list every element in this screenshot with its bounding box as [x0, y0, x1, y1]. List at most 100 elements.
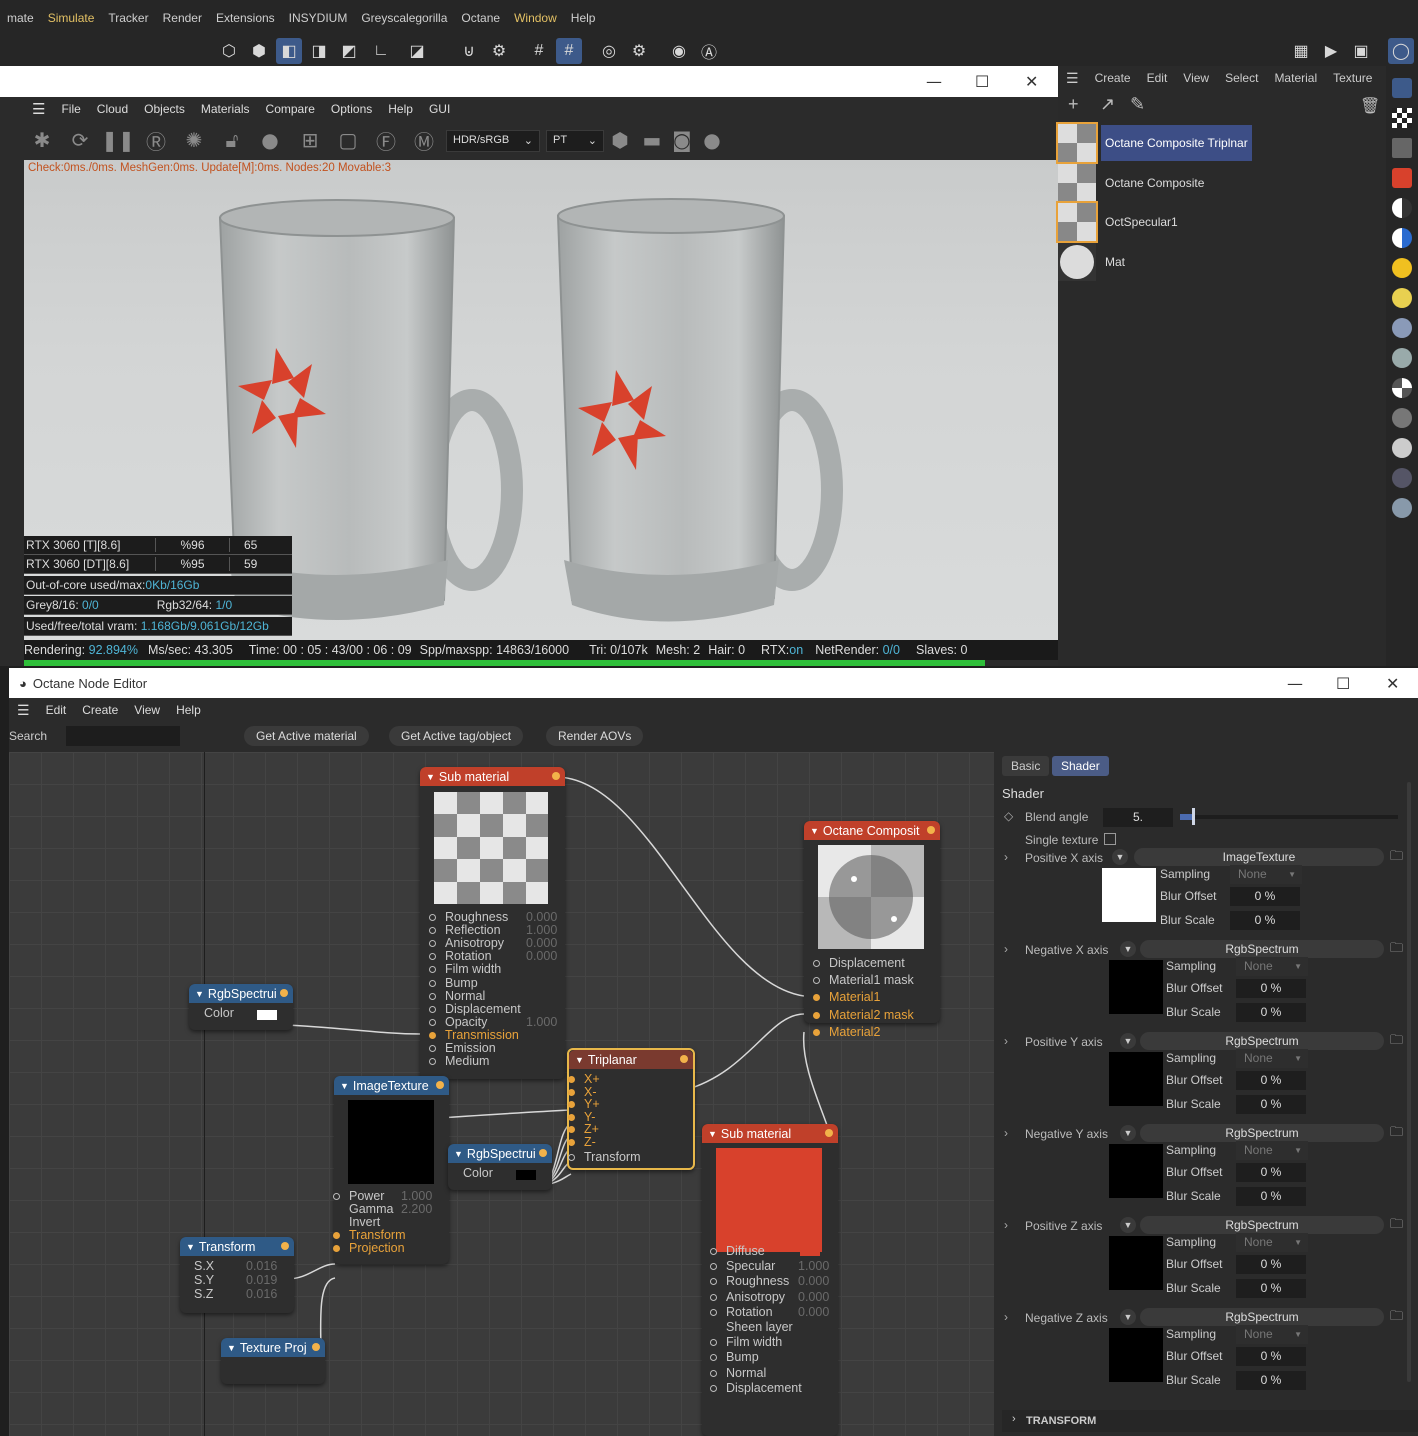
contrast-icon[interactable] [1392, 198, 1412, 218]
mat-menu-texture[interactable]: Texture [1325, 71, 1380, 85]
gradient-icon[interactable] [1392, 138, 1412, 158]
input-socket[interactable] [710, 1278, 717, 1286]
material-item[interactable]: OctSpecular1 [1056, 201, 1386, 243]
color-swatch[interactable] [257, 1010, 277, 1020]
menu-item-extensions[interactable]: Extensions [209, 11, 282, 25]
output-port[interactable] [281, 1242, 289, 1250]
port-normal[interactable]: Normal [726, 1366, 766, 1380]
viewer-menu-options[interactable]: Options [323, 102, 380, 116]
material-sphere-icon[interactable] [1392, 318, 1412, 338]
input-socket[interactable] [813, 960, 820, 967]
input-socket[interactable] [710, 1339, 717, 1347]
color-swatch[interactable] [516, 1170, 536, 1180]
mat-menu-material[interactable]: Material [1266, 71, 1325, 85]
chevron-right-icon[interactable]: › [1004, 1310, 1008, 1324]
mat-menu-create[interactable]: Create [1087, 71, 1139, 85]
collapse-triangle-icon[interactable]: ▼ [227, 1343, 236, 1353]
arrow-icon[interactable]: ↗ [1100, 94, 1115, 115]
node-canvas[interactable]: ▼ Sub material Roughness 0.000 Reflection 1.… [9, 752, 994, 1436]
input-socket[interactable] [429, 914, 436, 921]
maximize-icon[interactable]: ☐ [975, 72, 989, 91]
plus-icon[interactable]: + [1068, 94, 1079, 115]
hamburger-icon[interactable]: ☰ [1058, 70, 1087, 87]
grid-icon[interactable]: # [526, 38, 552, 64]
sky-icon[interactable] [1392, 288, 1412, 308]
input-socket[interactable] [429, 927, 436, 935]
folder-icon[interactable]: 🗀︎ [1390, 847, 1403, 869]
target-icon[interactable]: ◎ [596, 38, 622, 64]
viewer-menu-objects[interactable]: Objects [136, 102, 193, 116]
viewer-menu-cloud[interactable]: Cloud [89, 102, 136, 116]
camera-icon[interactable]: ◙ [668, 126, 696, 154]
port-emission[interactable]: Emission [445, 1041, 496, 1055]
color-swatch[interactable] [1109, 960, 1163, 1014]
collapse-triangle-icon[interactable]: ▼ [454, 1149, 463, 1159]
get-active-material-button[interactable]: Get Active material [244, 726, 369, 746]
port-transmission[interactable]: Transmission [445, 1028, 519, 1042]
editor-menu-create[interactable]: Create [74, 703, 126, 717]
input-socket[interactable] [813, 1011, 820, 1019]
film-icon[interactable]: ▬ [638, 126, 666, 154]
blur-offset-input[interactable]: 0 % [1236, 979, 1306, 998]
port-normal[interactable]: Normal [445, 989, 485, 1003]
viewer-menu-materials[interactable]: Materials [193, 102, 258, 116]
input-socket[interactable] [710, 1354, 717, 1362]
port-material2[interactable]: Material2 [829, 1025, 880, 1039]
folder-icon[interactable]: 🗀︎ [1390, 1215, 1403, 1237]
shader-dropdown[interactable]: RgbSpectrum [1140, 1308, 1384, 1326]
blur-offset-input[interactable]: 0 % [1236, 1163, 1306, 1182]
sampling-select[interactable]: None ▼ [1236, 957, 1308, 976]
get-active-tag-button[interactable]: Get Active tag/object [389, 726, 524, 746]
input-socket[interactable] [568, 1139, 575, 1146]
hamburger-icon[interactable]: ☰ [0, 100, 53, 118]
node-sub-material-1[interactable]: ▼ Sub material Roughness 0.000 Reflection 1.… [420, 767, 565, 1079]
input-socket[interactable] [568, 1113, 575, 1121]
blend-angle-slider[interactable] [1180, 815, 1398, 819]
port-reflection[interactable]: Reflection 1.000 [445, 923, 557, 937]
shader-dropdown[interactable]: RgbSpectrum [1140, 1124, 1384, 1142]
collapse-triangle-icon[interactable]: ▼ [340, 1081, 349, 1091]
port-displacement[interactable]: Displacement [445, 1002, 521, 1016]
chevron-down-icon[interactable]: ▼ [1120, 1309, 1136, 1325]
blur-scale-input[interactable]: 0 % [1236, 1095, 1306, 1114]
input-socket[interactable] [710, 1263, 717, 1271]
shader-dropdown[interactable]: RgbSpectrum [1140, 1216, 1384, 1234]
color-swatch[interactable] [1109, 1328, 1163, 1382]
input-socket[interactable] [710, 1248, 717, 1255]
input-socket[interactable] [429, 940, 436, 948]
sampling-select[interactable]: None ▼ [1236, 1233, 1308, 1252]
node-header[interactable]: ▼ Triplanar [569, 1050, 693, 1069]
viewer-menu-help[interactable]: Help [380, 102, 421, 116]
metal-sphere-icon[interactable] [1392, 408, 1412, 428]
blur-scale-input[interactable]: 0 % [1236, 1371, 1306, 1390]
port-power[interactable]: Power 1.000 [349, 1189, 432, 1203]
snap-settings-icon[interactable]: ⚙ [486, 38, 512, 64]
color-mode-select[interactable]: HDR/sRGB ⌄ [446, 130, 540, 152]
output-port[interactable] [927, 826, 935, 834]
hamburger-icon[interactable]: ☰ [9, 702, 38, 719]
camera-icon[interactable] [1392, 168, 1412, 188]
input-socket[interactable] [568, 1076, 575, 1083]
port-transform[interactable]: Transform [584, 1150, 641, 1164]
menu-item-tracker[interactable]: Tracker [101, 11, 155, 25]
port-rotation[interactable]: Rotation 0.000 [445, 949, 557, 963]
blur-scale-input[interactable]: 0 % [1236, 1279, 1306, 1298]
port-sheen-layer[interactable]: Sheen layer [726, 1320, 793, 1334]
input-socket[interactable] [429, 1031, 436, 1039]
input-socket[interactable] [710, 1369, 717, 1377]
color-swatch[interactable] [1109, 1052, 1163, 1106]
input-socket[interactable] [333, 1245, 340, 1252]
input-socket[interactable] [568, 1101, 575, 1109]
sampling-select[interactable]: None ▼ [1230, 865, 1302, 884]
material-item[interactable]: Octane Composite [1058, 164, 1386, 202]
menu-item-render[interactable]: Render [156, 11, 209, 25]
collapse-triangle-icon[interactable]: ▼ [426, 772, 435, 782]
output-port[interactable] [680, 1055, 688, 1063]
inspector-scrollbar[interactable] [1407, 782, 1411, 1382]
white-sphere-icon[interactable] [1392, 438, 1412, 458]
blur-offset-input[interactable]: 0 % [1236, 1347, 1306, 1366]
input-socket[interactable] [813, 1028, 820, 1036]
diffuse-color-swatch[interactable] [800, 1246, 820, 1256]
sampling-select[interactable]: None ▼ [1236, 1325, 1308, 1344]
node-transform[interactable]: ▼ Transform S.X 0.016 S.Y 0.019 S.Z 0.016 [180, 1237, 294, 1313]
